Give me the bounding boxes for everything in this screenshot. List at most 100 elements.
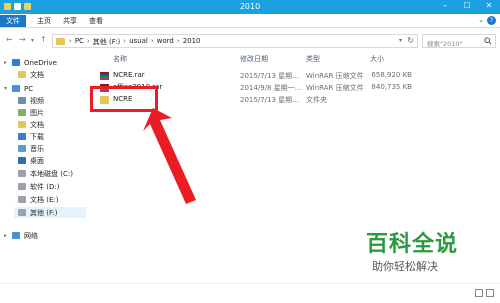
- breadcrumb-separator: ›: [176, 37, 180, 45]
- file-type: 文件夹: [306, 96, 327, 104]
- breadcrumb-item[interactable]: word: [157, 37, 174, 47]
- ribbon-tabs: 文件 主页 共享 查看 ⌄ ?: [0, 14, 500, 28]
- sidebar-item-label: 网络: [24, 231, 38, 240]
- file-name: NCRE.rar: [113, 71, 145, 79]
- sidebar-item-label: PC: [24, 84, 34, 93]
- file-date: 2014/9/8 星期一...: [240, 84, 302, 92]
- file-type: WinRAR 压缩文件: [306, 72, 364, 80]
- expand-arrow-icon[interactable]: ▸: [4, 59, 10, 66]
- column-header-type[interactable]: 类型: [306, 54, 320, 64]
- help-icon[interactable]: ?: [487, 16, 496, 25]
- tab-view[interactable]: 查看: [86, 15, 106, 27]
- music-icon: [18, 145, 26, 152]
- maximize-button[interactable]: ☐: [462, 1, 472, 10]
- sidebar-item-downloads[interactable]: 下载: [18, 131, 44, 142]
- breadcrumb-separator: ›: [123, 37, 127, 45]
- sidebar-item-music[interactable]: 音乐: [18, 143, 44, 154]
- status-bar: [0, 283, 500, 303]
- download-icon: [18, 133, 26, 140]
- image-icon: [18, 109, 26, 116]
- recent-locations-button[interactable]: ▾: [31, 37, 34, 44]
- minimize-button[interactable]: –: [440, 1, 450, 10]
- column-header-date[interactable]: 修改日期: [240, 54, 268, 64]
- file-date: 2015/7/13 星期...: [240, 72, 299, 80]
- sidebar-item-label: 文档 (E:): [30, 195, 59, 204]
- file-date: 2015/7/13 星期...: [240, 96, 299, 104]
- title-bar: 2010 – ☐ ✕: [0, 0, 500, 14]
- column-header-name[interactable]: 名称: [113, 54, 127, 64]
- sidebar-item-label: 视频: [30, 96, 44, 105]
- cloud-icon: [12, 59, 20, 66]
- refresh-icon[interactable]: ↻: [407, 36, 414, 45]
- breadcrumb-item[interactable]: 其他 (F:): [93, 37, 121, 47]
- sidebar-item-documents[interactable]: 文档: [18, 69, 44, 80]
- highlight-box: [90, 86, 158, 112]
- large-icons-view-icon[interactable]: [486, 289, 494, 297]
- network-icon: [12, 232, 20, 239]
- video-icon: [18, 97, 26, 104]
- details-view-icon[interactable]: [475, 289, 483, 297]
- folder-icon: [18, 71, 26, 78]
- file-row[interactable]: NCRE.rar 2015/7/13 星期... WinRAR 压缩文件 658…: [96, 70, 412, 81]
- sidebar-item-videos[interactable]: 视频: [18, 95, 44, 106]
- sidebar-item-drive-c[interactable]: 本地磁盘 (C:): [18, 168, 73, 179]
- breadcrumb: › PC › 其他 (F:) › usual › word › 2010: [69, 37, 201, 47]
- sidebar-item-label: OneDrive: [24, 58, 57, 67]
- column-header-size[interactable]: 大小: [370, 54, 384, 64]
- desktop-icon: [18, 157, 26, 164]
- watermark-subtitle: 助你轻松解决: [372, 260, 438, 273]
- sidebar-item-desktop[interactable]: 桌面: [18, 155, 44, 166]
- sidebar-item-onedrive[interactable]: ▸ OneDrive: [4, 57, 57, 68]
- search-input[interactable]: 搜索"2010": [427, 38, 463, 48]
- sidebar-item-drive-f[interactable]: 其他 (F:): [14, 207, 86, 218]
- tab-file[interactable]: 文件: [0, 15, 26, 27]
- computer-icon: [12, 85, 20, 92]
- expand-arrow-icon[interactable]: ▸: [4, 232, 10, 239]
- drive-icon: [18, 170, 26, 177]
- close-button[interactable]: ✕: [484, 1, 494, 10]
- up-button[interactable]: ↑: [40, 35, 47, 44]
- sidebar-item-label: 图片: [30, 108, 44, 117]
- sidebar-item-documents-2[interactable]: 文档: [18, 119, 44, 130]
- forward-button[interactable]: →: [19, 35, 26, 44]
- watermark-title: 百科全说: [366, 232, 459, 257]
- breadcrumb-item[interactable]: PC: [75, 37, 84, 47]
- rar-icon: [100, 72, 109, 80]
- sidebar-item-label: 下载: [30, 132, 44, 141]
- back-button[interactable]: ←: [6, 35, 13, 44]
- breadcrumb-item[interactable]: 2010: [183, 37, 201, 47]
- breadcrumb-item[interactable]: usual: [129, 37, 148, 47]
- address-bar[interactable]: › PC › 其他 (F:) › usual › word › 2010 ▾ ↻: [52, 34, 418, 48]
- folder-icon: [56, 38, 65, 45]
- expand-arrow-icon[interactable]: ▾: [4, 85, 10, 92]
- sidebar-item-network[interactable]: ▸ 网络: [4, 230, 38, 241]
- sidebar-item-drive-d[interactable]: 软件 (D:): [18, 181, 59, 192]
- view-toggle: [475, 289, 494, 297]
- sidebar-item-pictures[interactable]: 图片: [18, 107, 44, 118]
- sidebar-item-label: 桌面: [30, 156, 44, 165]
- breadcrumb-separator: ›: [86, 37, 90, 45]
- sidebar-item-label: 其他 (F:): [30, 208, 58, 217]
- sidebar-item-label: 文档: [30, 70, 44, 79]
- tab-home[interactable]: 主页: [34, 15, 54, 27]
- folder-icon: [18, 121, 26, 128]
- tab-share[interactable]: 共享: [60, 15, 80, 27]
- sidebar-item-label: 本地磁盘 (C:): [30, 169, 73, 178]
- sidebar-item-label: 音乐: [30, 144, 44, 153]
- breadcrumb-separator: ›: [69, 37, 72, 45]
- drive-icon: [18, 196, 26, 203]
- drive-icon: [18, 209, 26, 216]
- navigation-pane: ▸ OneDrive 文档 ▾ PC 视频 图片 文档 下载 音乐 桌面 本地磁…: [0, 52, 88, 283]
- sidebar-item-label: 文档: [30, 120, 44, 129]
- search-box[interactable]: 搜索"2010": [422, 34, 496, 48]
- search-icon[interactable]: [484, 37, 492, 45]
- sidebar-item-pc[interactable]: ▾ PC: [4, 83, 33, 94]
- breadcrumb-separator: ›: [150, 37, 154, 45]
- drive-icon: [18, 183, 26, 190]
- navigation-bar: ← → ▾ ↑ › PC › 其他 (F:) › usual › word › …: [0, 30, 500, 52]
- sidebar-item-drive-e[interactable]: 文档 (E:): [18, 194, 58, 205]
- window-title: 2010: [239, 2, 261, 11]
- watermark: 百科全说 助你轻松解决: [334, 226, 484, 276]
- chevron-down-icon[interactable]: ⌄: [478, 16, 484, 24]
- address-dropdown-icon[interactable]: ▾: [399, 37, 402, 44]
